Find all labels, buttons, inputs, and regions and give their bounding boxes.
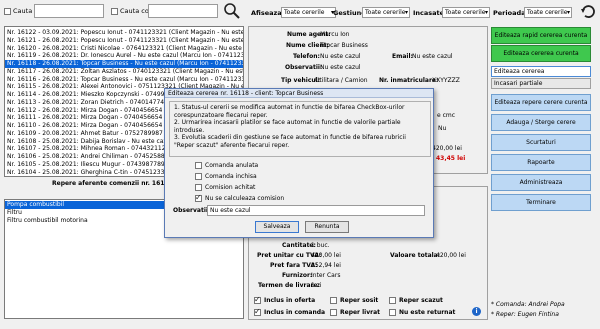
dialog-observatii-input[interactable]: Nu este cazul bbox=[207, 205, 425, 216]
edit-cerere-button[interactable]: Editeaza cererea curenta bbox=[491, 45, 591, 62]
adauga-sterge-button[interactable]: Adauga / Sterge cerere bbox=[491, 114, 591, 131]
pret-fara-value: 352,94 lei bbox=[311, 262, 341, 269]
comanda-inchisa-label: Comanda inchisa bbox=[205, 173, 257, 180]
inmatriculare-value: XXYYZZZ bbox=[432, 77, 460, 84]
request-list-item[interactable]: Nr. 16122 - 03.09.2021: Popescu Ionut - … bbox=[5, 29, 243, 37]
vehicul-value: Utilitara / Camion bbox=[315, 77, 368, 84]
comanda-inchisa-checkbox[interactable] bbox=[195, 173, 202, 180]
gestiune-select[interactable]: Toate cererile bbox=[362, 7, 410, 18]
nu-calculeaza-comision-checkbox[interactable] bbox=[195, 193, 202, 202]
inclus-comanda-checkbox[interactable] bbox=[254, 307, 261, 316]
cantitate-value: 1 buc. bbox=[311, 242, 330, 249]
reper-scazut-checkbox[interactable] bbox=[389, 297, 396, 304]
footer-reper: * Reper: Eugen Fintina bbox=[491, 311, 559, 318]
observatii-label: Observatii: bbox=[285, 64, 323, 71]
pret-unitar-value: 420,00 lei bbox=[311, 252, 341, 259]
email-value: Nu este cazul bbox=[412, 53, 453, 60]
dialog-note-3: 3. Evolutia scaderii din gestiune se fac… bbox=[174, 134, 406, 149]
request-list-item[interactable]: Nr. 16119 - 26.08.2021: Dr. Ionescu Aure… bbox=[5, 52, 243, 60]
telefon-value: Nu este cazul bbox=[320, 53, 361, 60]
search-icon[interactable] bbox=[223, 2, 241, 20]
request-list-item[interactable]: Nr. 16121 - 26.08.2021: Popescu Ionut - … bbox=[5, 37, 243, 45]
nu-returnat-checkbox[interactable] bbox=[389, 309, 396, 316]
edit-rapid-button[interactable]: Editeaza rapid cererea curenta bbox=[491, 27, 591, 44]
valoare-label: Valoare totala: bbox=[390, 252, 441, 259]
rapoarte-button[interactable]: Rapoarte bbox=[491, 154, 591, 171]
request-list-item[interactable]: Nr. 16118 - 26.08.2021: Topcar Business … bbox=[5, 60, 243, 68]
comanda-anulata-checkbox[interactable] bbox=[195, 162, 202, 169]
reper-scazut-label: Reper scazut bbox=[399, 297, 443, 304]
inclus-oferta-label: Inclus in oferta bbox=[264, 297, 316, 304]
telefon-label: Telefon: bbox=[293, 53, 320, 60]
cauta-cod-input[interactable] bbox=[148, 4, 218, 18]
partial-cmc: e cmc bbox=[437, 112, 456, 119]
inmatriculare-label: Nr. inmatriculare: bbox=[379, 77, 439, 84]
terminare-button[interactable]: Terminare bbox=[491, 194, 591, 211]
comanda-anulata-label: Comanda anulata bbox=[205, 162, 259, 169]
partial-nu: Nu bbox=[438, 125, 447, 132]
valoare-value: 420,00 lei bbox=[436, 252, 466, 259]
reper-sosit-checkbox[interactable] bbox=[330, 297, 337, 304]
inclus-oferta-checkbox[interactable] bbox=[254, 295, 261, 304]
edit-repere-button[interactable]: Editeaza repere cerere curenta bbox=[491, 94, 591, 111]
info-icon[interactable]: i bbox=[472, 307, 481, 316]
request-list-item[interactable]: Nr. 16116 - 26.08.2021: Topcar Business … bbox=[5, 76, 243, 84]
cauta-label: Cauta bbox=[13, 7, 33, 15]
email-label: Email: bbox=[392, 53, 413, 60]
dialog-title: Editeaza cererea nr. 16118 - client: Top… bbox=[165, 89, 433, 98]
dialog-observatii-label: Observatii: bbox=[173, 207, 211, 214]
nu-returnat-label: Nu este returnat bbox=[399, 309, 456, 316]
save-button[interactable]: Salveaza bbox=[255, 221, 299, 233]
reper-livrat-label: Reper livrat bbox=[340, 309, 381, 316]
dialog-notes: 1. Status-ul cererii se modifica automat… bbox=[169, 101, 431, 157]
partial-price: 420,00 lei bbox=[432, 145, 462, 152]
reper-livrat-checkbox[interactable] bbox=[330, 309, 337, 316]
request-list-item[interactable]: Nr. 16120 - 26.08.2021: Cristi Nicolae -… bbox=[5, 45, 243, 53]
client-value: Topcar Business bbox=[320, 42, 368, 49]
dialog-note-1: 1. Status-ul cererii se modifica automat… bbox=[174, 104, 405, 119]
comision-achitat-checkbox[interactable] bbox=[195, 184, 202, 191]
incasari-partiale-menu-item[interactable]: Incasari partiale bbox=[491, 78, 591, 89]
refresh-icon[interactable] bbox=[580, 3, 597, 20]
cauta-checkbox[interactable] bbox=[4, 8, 11, 15]
cauta-cod-checkbox[interactable] bbox=[111, 8, 118, 15]
request-list-item[interactable]: Nr. 16117 - 26.08.2021: Zoltan Aszlatos … bbox=[5, 68, 243, 76]
afiseaza-select[interactable]: Toate cererile bbox=[281, 7, 336, 18]
footer-comanda: * Comanda: Andrei Popa bbox=[491, 301, 565, 308]
perioada-label: Perioada: bbox=[493, 9, 529, 17]
termen-value: 1 zi bbox=[311, 282, 322, 289]
cauta-input[interactable] bbox=[34, 4, 104, 18]
observatii-value: Nu este cazul bbox=[320, 64, 361, 71]
scurtaturi-button[interactable]: Scurtaturi bbox=[491, 134, 591, 151]
furnizor-label: Furnizor: bbox=[282, 272, 313, 279]
afiseaza-label: Afiseaza: bbox=[251, 9, 285, 17]
perioada-select[interactable]: Toate cererile bbox=[524, 7, 572, 18]
furnizor-value: Inter Cars bbox=[311, 272, 341, 279]
partial-red-value: 43,45 lei bbox=[436, 155, 466, 162]
dialog-note-2: 2. Urmarirea incasarii platilor se face … bbox=[174, 119, 401, 134]
administreaza-button[interactable]: Administreaza bbox=[491, 174, 591, 191]
inclus-comanda-label: Inclus in comanda bbox=[264, 309, 326, 316]
comision-achitat-label: Comision achitat bbox=[205, 184, 256, 191]
nu-calculeaza-comision-label: Nu se calculeaza comision bbox=[205, 195, 285, 202]
edit-cerere-menu-item[interactable]: Editeaza cererea bbox=[491, 66, 591, 77]
agent-value: Marcu Ion bbox=[320, 31, 350, 38]
cancel-button[interactable]: Renunta bbox=[305, 221, 349, 233]
edit-request-dialog: Editeaza cererea nr. 16118 - client: Top… bbox=[164, 88, 434, 238]
reper-sosit-label: Reper sosit bbox=[340, 297, 379, 304]
incasate-select[interactable]: Toate cererile bbox=[442, 7, 490, 18]
